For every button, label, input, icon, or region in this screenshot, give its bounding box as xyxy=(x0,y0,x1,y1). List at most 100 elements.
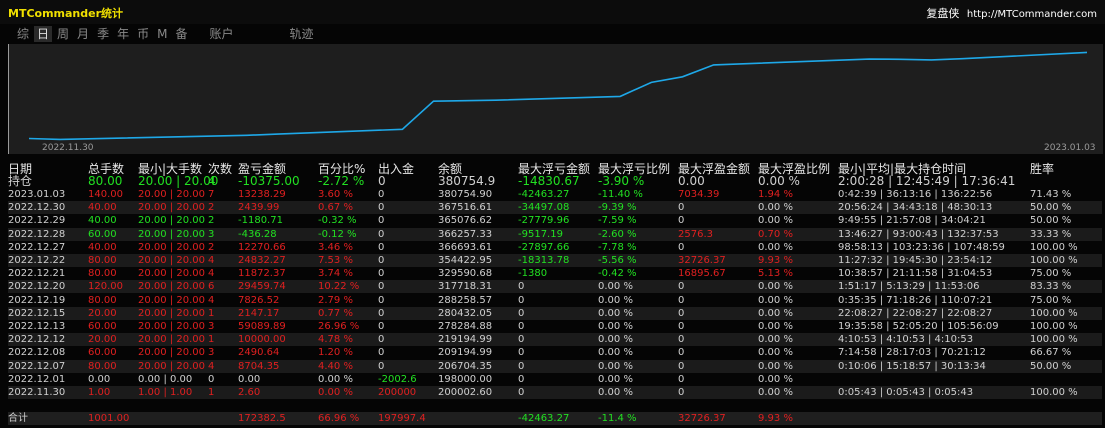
table-row[interactable]: 2022.11.30 1.00 1.00 | 1.00 1 2.60 0.00 % 2000… xyxy=(8,386,1102,399)
chart-start-label: 2022.11.30 xyxy=(42,143,94,153)
cell-maxlosspct: -5.56 % xyxy=(598,255,637,266)
cell-minmax: 20.00 | 20.00 xyxy=(138,255,205,266)
table-row[interactable]: 2022.12.20 120.00 20.00 | 20.00 6 29459.74 10… xyxy=(8,280,1102,294)
cell-count: 4 xyxy=(208,268,215,280)
table-row[interactable]: 2022.12.22 80.00 20.00 | 20.00 4 24832.27 7.5… xyxy=(8,254,1102,267)
table-row[interactable]: 2022.12.01 0.00 0.00 | 0.00 0 0.00 0.00 % -200… xyxy=(8,373,1102,386)
table-row[interactable]: 持仓 80.00 20.00 | 20.00 4 -10375.00 -2.72 % 0 38… xyxy=(8,175,1102,188)
cell-date: 2022.12.01 xyxy=(8,373,66,385)
cell-minmax: 20.00 | 20.00 xyxy=(138,307,205,319)
cell-win: 100.00 % xyxy=(1030,321,1078,332)
daily-stats-table: 日期 总手数 最小|大手数 次数 盈亏金额 百分比% 出入金 余额 最大浮亏金额 最大浮亏比例 最大… xyxy=(8,158,1102,428)
cell-maxloss: 0 xyxy=(518,307,525,319)
table-row[interactable]: 2022.12.19 80.00 20.00 | 20.00 4 7826.52 2.79… xyxy=(8,294,1102,307)
cell-count: 3 xyxy=(208,228,215,240)
cell-maxlosspct: -11.4 % xyxy=(598,413,637,424)
table-row[interactable]: 合计 1001.00 172382.5 66.96 % 197997.4 -42463.2… xyxy=(8,412,1102,425)
cell-minmax: 20.00 | 20.00 xyxy=(138,360,205,372)
window-title: MTCommander统计 xyxy=(8,7,124,20)
brand-link[interactable]: 复盘侠 http://MTCommander.com xyxy=(926,5,1097,21)
mtcommander-window: MTCommander统计 复盘侠 http://MTCommander.com… xyxy=(0,0,1105,428)
table-row[interactable]: 2022.12.15 20.00 20.00 | 20.00 1 2147.17 0.77… xyxy=(8,306,1102,320)
table-row[interactable]: 2022.12.28 60.00 20.00 | 20.00 3 -436.28 -0.1… xyxy=(8,227,1102,241)
table-row[interactable]: 2022.12.29 40.00 20.00 | 20.00 2 -1180.71 -0.… xyxy=(8,214,1102,227)
table-row[interactable]: 2022.12.27 40.00 20.00 | 20.00 2 12270.66 3.4… xyxy=(8,241,1102,254)
cell-pnl: 7826.52 xyxy=(238,294,280,306)
table-row[interactable]: 2022.12.30 40.00 20.00 | 20.00 2 2439.99 0.67… xyxy=(8,201,1102,215)
table-row[interactable]: 2022.12.07 80.00 20.00 | 20.00 4 8704.35 4.40… xyxy=(8,359,1102,373)
cell-flow: 200000 xyxy=(378,387,417,398)
cell-maxlosspct: 0.00 % xyxy=(598,334,633,346)
cell-maxlosspct: -0.42 % xyxy=(598,268,637,280)
tab-8[interactable]: 备 xyxy=(172,26,190,42)
cell-maxprofit: 0 xyxy=(678,347,685,359)
cell-pct: 4.78 % xyxy=(318,334,353,346)
cell-pct: 0.77 % xyxy=(318,307,353,319)
cell-maxloss: -27779.96 xyxy=(518,215,570,227)
cell-lots: 1001.00 xyxy=(88,413,130,424)
cell-maxloss: 0 xyxy=(518,281,525,293)
table-row[interactable]: 2022.12.08 60.00 20.00 | 20.00 3 2490.64 1.20… xyxy=(8,346,1102,359)
cell-balance: 366693.61 xyxy=(438,241,493,253)
cell-minmax: 20.00 | 20.00 xyxy=(138,174,219,188)
tab-2[interactable]: 周 xyxy=(54,26,72,42)
cell-maxprofitpct: 0.70 % xyxy=(758,228,793,240)
cell-pct: -2.72 % xyxy=(318,174,365,188)
cell-maxlosspct: 0.00 % xyxy=(598,373,633,385)
table-row[interactable]: 2023.01.03 140.00 20.00 | 20.00 7 13238.29 3.… xyxy=(8,188,1102,201)
cell-maxlosspct: 0.00 % xyxy=(598,294,633,306)
cell-maxprofit: 0.00 xyxy=(678,174,705,188)
cell-maxprofitpct: 0.00 % xyxy=(758,373,793,385)
cell-maxprofitpct: 9.93 % xyxy=(758,255,793,266)
cell-lots: 20.00 xyxy=(88,334,117,346)
cell-pct: 3.46 % xyxy=(318,241,353,253)
table-row[interactable]: 2022.12.21 80.00 20.00 | 20.00 4 11872.37 3.7… xyxy=(8,267,1102,280)
cell-date: 2022.12.20 xyxy=(8,281,66,293)
cell-flow: 0 xyxy=(378,189,385,200)
cell-pct: 0.67 % xyxy=(318,202,353,214)
cell-lots: 60.00 xyxy=(88,347,117,359)
tab-5[interactable]: 年 xyxy=(114,26,132,42)
tab-3[interactable]: 月 xyxy=(74,26,92,42)
cell-maxlosspct: -2.60 % xyxy=(598,228,637,240)
cell-maxprofit: 0 xyxy=(678,334,685,346)
table-row[interactable]: 2022.12.12 20.00 20.00 | 20.00 1 10000.00 4.7… xyxy=(8,333,1102,347)
brand-url[interactable]: http://MTCommander.com xyxy=(967,9,1097,20)
cell-maxprofitpct: 0.00 % xyxy=(758,215,793,227)
cell-hold: 20:56:24 | 34:43:18 | 48:30:13 xyxy=(838,202,993,214)
cell-maxloss: -1380 xyxy=(518,268,548,280)
cell-maxprofitpct: 0.00 % xyxy=(758,174,800,188)
tab-9[interactable]: 账户 xyxy=(206,26,236,42)
tab-1[interactable]: 日 xyxy=(34,26,53,42)
cell-maxloss: 0 xyxy=(518,334,525,346)
cell-maxprofitpct: 0.00 % xyxy=(758,321,793,332)
cell-lots: 40.00 xyxy=(88,215,117,227)
cell-balance: 354422.95 xyxy=(438,255,493,266)
cell-pnl: -10375.00 xyxy=(238,174,300,188)
cell-pnl: 2147.17 xyxy=(238,307,280,319)
table-row[interactable]: 2022.12.13 60.00 20.00 | 20.00 3 59089.89 26.… xyxy=(8,320,1102,333)
cell-maxprofit: 0 xyxy=(678,373,685,385)
cell-count: 1 xyxy=(208,387,215,398)
tab-4[interactable]: 季 xyxy=(94,26,112,42)
cell-maxlosspct: -7.78 % xyxy=(598,241,637,253)
cell-maxlosspct: 0.00 % xyxy=(598,307,633,319)
tab-6[interactable]: 币 xyxy=(134,26,152,42)
cell-balance: 288258.57 xyxy=(438,294,493,306)
cell-maxprofit: 0 xyxy=(678,241,685,253)
cell-pct: 7.53 % xyxy=(318,255,353,266)
cell-flow: 0 xyxy=(378,268,385,280)
cell-maxlosspct: 0.00 % xyxy=(598,321,633,332)
cell-minmax: 20.00 | 20.00 xyxy=(138,189,205,200)
tab-10[interactable]: 轨迹 xyxy=(287,26,317,42)
cell-count: 4 xyxy=(208,294,215,306)
cell-balance: 380754.9 xyxy=(438,174,496,188)
cell-maxprofitpct: 0.00 % xyxy=(758,241,793,253)
cell-minmax: 20.00 | 20.00 xyxy=(138,294,205,306)
cell-maxlosspct: 0.00 % xyxy=(598,387,633,398)
tab-0[interactable]: 综 xyxy=(14,26,32,42)
tab-7[interactable]: M xyxy=(154,26,170,42)
balance-line xyxy=(28,51,1088,141)
cell-pnl: 11872.37 xyxy=(238,268,286,280)
cell-win: 83.33 % xyxy=(1030,281,1072,293)
